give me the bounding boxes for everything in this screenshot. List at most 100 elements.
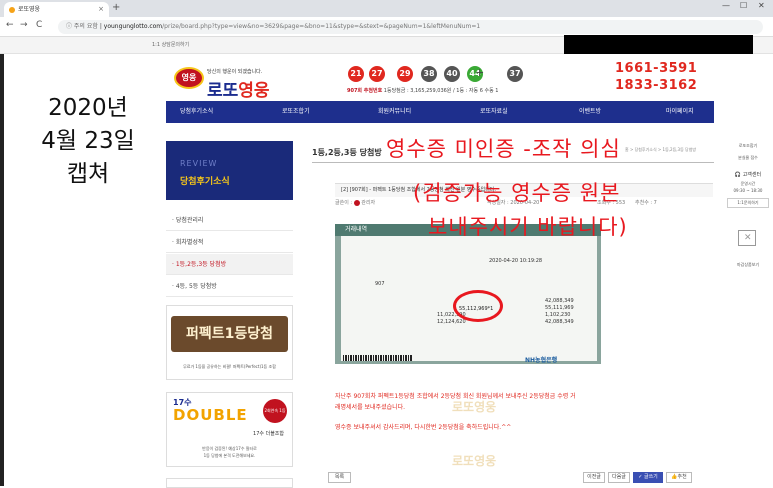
perfect-ad-banner[interactable]: 퍼펙트1등당첨 무료가 1등을 공유하는 비결! 퍼펙트(Perfect)1등 … [166,305,293,380]
consult-link[interactable]: 1:1 상담문의하기 [152,42,189,48]
receipt-amount-4: 42,088,349 [545,319,574,325]
url-host: youngunglotto.com [103,23,163,30]
watermark: 로또영웅 [452,454,497,468]
nav-item-combiner[interactable]: 로또조합기 [282,101,310,123]
rail-bag-label[interactable]: 마감상품보기 [724,262,772,268]
double-ad-line2: 1등 당첨에 본격 도전해보세요. [203,453,256,458]
author-name: 관리자 [361,200,376,206]
sidebar-ad-third[interactable] [166,478,293,488]
sidebar-item-rounds[interactable]: · 회차별성적 [166,232,293,253]
back-arrow-icon[interactable]: ← [6,20,14,30]
write-button-label: 글쓰기 [643,474,658,480]
browser-tab-strip: 로또영웅 × + — ☐ ✕ [0,0,773,17]
draw-info: 907회 추첨번호 1등당첨금 : 3,165,259,036원 / 1등 : … [347,87,498,94]
phone-number-1: 1661-3591 [615,61,698,76]
perfect-ad-note: 무료가 1등을 공유하는 비결! 퍼펙트(Perfect)1등 조합 [183,364,276,369]
rail-service-title-text: 고객센터 [742,172,762,178]
lotto-ball: 40 [444,66,460,82]
nav-item-community[interactable]: 회원커뮤니티 [378,101,411,123]
forward-arrow-icon[interactable]: → [20,20,28,30]
receipt-amount-2: 55,111,969 [545,305,574,311]
new-tab-button[interactable]: + [112,2,120,13]
security-indicator[interactable]: ⓘ 주의 요함 [66,23,98,30]
sidebar-item-manage[interactable]: · 당첨관리리 [166,210,293,231]
overlay-warning-2: (검증가능 영수증 원본 [413,181,621,205]
redaction-box [564,35,753,54]
post-body-line2: 래명세서를 보내주셨습니다. [335,404,406,411]
url-input[interactable]: ⓘ 주의 요함 | youngunglotto.com/prize/board.… [58,20,763,34]
draw-number: 907회 추첨번호 [347,88,383,94]
post-body-line3: 영수증 보내주셔서 감사드리며, 다시한번 2등당첨을 축하드립니다.^^ [335,424,512,431]
double-ad-badge: 2회연속 1등당첨 [263,399,287,437]
logo-part-a: 로또 [207,81,239,101]
breadcrumb: 홈 > 당첨후기소식 > 1등,2등,3등 당첨방 [625,147,697,152]
tab-close-icon[interactable]: × [98,2,104,17]
receipt-barcode [343,355,413,361]
rail-service-title: 🎧 고객센터 [724,171,772,178]
url-path: /prize/board.php?type=view&no=3629&page=… [162,23,481,30]
site-logo[interactable]: 로또영웅 [207,76,270,101]
rail-hours: 09:30 ~ 18:30 [733,188,763,193]
page-title: 1등,2등,3등 당첨방 [312,148,382,157]
receipt-datetime: 2020-04-20 10:19:28 [489,258,543,264]
overlay-warning-3: 보내주시기 바랍니다) [428,215,628,239]
perfect-ad-title: 퍼펙트1등당첨 [171,316,288,352]
watermark: 로또영웅 [452,400,497,414]
receipt-amount-3: 1,102,230 [545,312,571,318]
logo-badge-icon[interactable]: 영웅 [174,67,204,89]
double-ad-caption: 17수 더블조합 [253,431,284,437]
maximize-icon[interactable]: ☐ [740,1,747,10]
double-ad-title: DOUBLE [173,406,248,424]
rail-lost-link[interactable]: 분실물 접수 [724,155,772,161]
sidebar-item-low-prize[interactable]: · 4등, 5등 당첨방 [166,276,293,297]
lotto-ball: 38 [421,66,437,82]
nav-item-archive[interactable]: 로또자료실 [480,101,508,123]
sidebar-item-label: 회차별성적 [175,239,204,246]
author-avatar-icon [353,199,360,206]
sidebar-banner: REVIEW 당첨후기소식 [166,141,293,200]
minimize-icon[interactable]: — [722,1,730,10]
nav-item-reviews[interactable]: 당첨후기소식 [180,101,213,123]
sidebar-item-label: 4등, 5등 당첨방 [175,283,217,290]
headset-icon: 🎧 [734,172,742,178]
lotto-ball: 21 [348,66,364,82]
highlight-circle [453,290,503,322]
phone-number-2: 1833-3162 [615,78,698,93]
main-nav: 당첨후기소식 로또조합기 회원커뮤니티 로또자료실 이벤트방 마이페이지 [166,101,714,123]
recommend-label: 추천 [677,474,687,480]
next-post-button[interactable]: 다음글 [608,472,630,483]
draw-detail: 1등당첨금 : 3,165,259,036원 / 1등 : 자동 6 수동 1 [383,88,499,94]
browser-tab[interactable]: 로또영웅 × [4,2,109,17]
bank-logo: NH농협은행 [525,357,558,364]
sidebar-banner-sub: REVIEW [180,159,218,168]
lotto-ball: 27 [369,66,385,82]
write-button[interactable]: ✓ 글쓰기 [633,472,663,483]
sidebar-item-label: 1등,2등,3등 당첨방 [175,261,227,268]
bonus-plus: + [475,66,485,79]
favicon-icon [9,7,15,13]
address-bar-row: ← → C ⓘ 주의 요함 | youngunglotto.com/prize/… [0,17,773,37]
lotto-ball: 29 [397,66,413,82]
sidebar-item-label: 당첨관리리 [175,217,204,224]
double-ad-line1: 반응이 검증된! 예상17수 필터로 [202,446,257,451]
prev-post-button[interactable]: 이전글 [583,472,605,483]
window-close-icon[interactable]: ✕ [758,1,765,10]
lotto-ball: 37 [507,66,523,82]
double-ad-banner[interactable]: 17수 DOUBLE 2회연속 1등당첨 17수 더블조합 반응이 검증된! 예… [166,392,293,467]
bag-icon[interactable] [738,230,756,246]
overlay-warning-1: 영수증 미인증 -조작 의심 [386,137,621,161]
receipt-tax-2: 12,124,620 [437,319,466,325]
rail-combiner-link[interactable]: 로또조합기 [724,143,772,149]
rail-chat-button[interactable]: 1:1문의하기 [727,198,769,208]
sidebar-item-top-prize[interactable]: · 1등,2등,3등 당첨방 [166,254,293,275]
nav-item-events[interactable]: 이벤트방 [579,101,601,123]
logo-tagline: 당신의 행운이 되겠습니다. [207,69,263,75]
reload-icon[interactable]: C [36,20,42,30]
nav-item-mypage[interactable]: 마이페이지 [666,101,694,123]
capture-label: 캡쳐 [66,161,110,187]
capture-date-day: 4월 23일 [41,128,135,154]
list-button[interactable]: 목록 [328,472,351,483]
capture-date-year: 2020년 [48,95,128,121]
receipt-amount-1: 42,088,349 [545,298,574,304]
recommend-button[interactable]: 👍추천 [666,472,692,483]
